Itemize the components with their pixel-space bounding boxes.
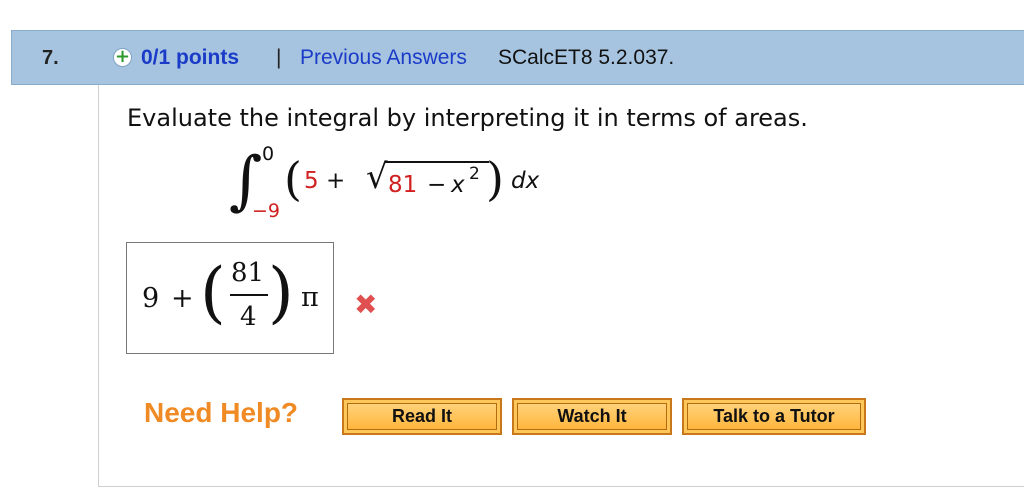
need-help-label: Need Help? (144, 397, 299, 428)
watch-it-button[interactable]: Watch It (512, 398, 672, 435)
previous-answers-link[interactable]: Previous Answers (300, 46, 467, 70)
sqrt-symbol: √ (366, 157, 388, 197)
answer-pi: π (301, 282, 319, 313)
question-prompt: Evaluate the integral by interpreting it… (127, 104, 808, 132)
radicand-variable: x (451, 172, 465, 198)
question-number: 7. (42, 47, 59, 69)
integrand-right-paren: ) (486, 152, 504, 206)
radicand-exponent: 2 (469, 164, 480, 184)
upper-limit: 0 (262, 143, 275, 165)
question-header: 7. + 0/1 points | Previous Answers SCalc… (11, 30, 1024, 85)
answer-right-paren: ) (268, 254, 294, 331)
points-score: 0/1 points (141, 46, 240, 69)
radicand-number: 81 (388, 172, 418, 198)
answer-whole: 9 (142, 283, 160, 314)
radical-bar (385, 161, 489, 163)
watch-it-label: Watch It (517, 403, 667, 430)
talk-to-tutor-label: Talk to a Tutor (687, 403, 861, 430)
read-it-label: Read It (347, 403, 497, 430)
read-it-button[interactable]: Read It (342, 398, 502, 435)
answer-left-paren: ( (200, 254, 226, 331)
integrand-plus: + (326, 168, 346, 194)
answer-numerator: 81 (231, 258, 265, 288)
incorrect-x-icon: ✖ (354, 288, 378, 321)
lower-limit: −9 (252, 200, 281, 222)
plus-circle-icon[interactable]: + (113, 48, 132, 67)
header-separator: | (276, 46, 282, 69)
integrand-left-paren: ( (284, 152, 302, 206)
integrand-constant: 5 (304, 168, 319, 194)
fraction-bar (230, 294, 268, 296)
differential: dx (511, 168, 540, 194)
answer-denominator: 4 (240, 302, 257, 332)
problem-code: SCalcET8 5.2.037. (498, 46, 675, 69)
radicand-minus: − (427, 172, 447, 198)
talk-to-tutor-button[interactable]: Talk to a Tutor (682, 398, 866, 435)
answer-plus: + (171, 283, 194, 314)
